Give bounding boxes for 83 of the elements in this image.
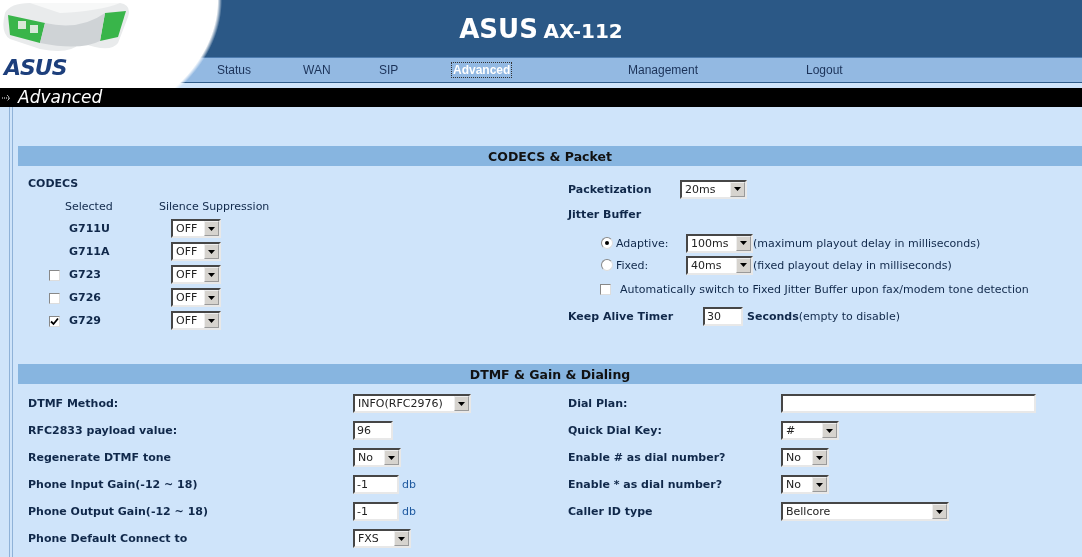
radio-label: Adaptive: (615, 236, 670, 250)
input-field[interactable] (781, 394, 1036, 413)
dropdown[interactable]: Bellcore (781, 502, 949, 521)
dropdown[interactable]: 40ms (686, 255, 753, 275)
caret-icon (734, 187, 741, 191)
nav-link[interactable]: Status (216, 62, 253, 77)
caret-icon (208, 318, 215, 323)
field-note: (fixed playout delay in milliseconds) (753, 258, 952, 272)
dropdown[interactable]: INFO(RFC2976) (353, 394, 471, 413)
field-label: Phone Default Connect to (28, 532, 189, 545)
unit-label: db (401, 478, 416, 491)
dropdown[interactable]: FXS (353, 529, 411, 548)
field-label: Phone Output Gain(-12 ~ 18) (28, 505, 209, 518)
dropdown[interactable]: OFF (171, 288, 221, 307)
checkbox[interactable] (600, 283, 611, 295)
field-label: Phone Input Gain(-12 ~ 18) (28, 478, 199, 491)
codec-name: G711A (69, 245, 111, 258)
radio-button[interactable] (601, 259, 613, 271)
column-header: Selected (65, 199, 114, 213)
caret-icon (388, 455, 395, 460)
caret-icon (740, 241, 747, 245)
checkbox[interactable] (49, 316, 60, 327)
nav-link[interactable]: Management (627, 62, 700, 77)
caret-icon (398, 536, 405, 541)
field-label: Keep Alive Timer (568, 309, 675, 323)
caret-icon (458, 401, 465, 406)
dropdown[interactable]: No (781, 448, 829, 467)
dropdown[interactable]: OFF (171, 311, 221, 330)
dropdown[interactable]: OFF (171, 265, 221, 284)
radio-label: Fixed: (615, 258, 650, 272)
input-field[interactable]: -1 (353, 502, 399, 521)
nav-link[interactable]: SIP (378, 62, 400, 77)
checkbox-label: Automatically switch to Fixed Jitter Buffer upon fax/modem tone detection (619, 282, 1029, 296)
field-label: Jitter Buffer (568, 207, 642, 221)
field-label: Enable * as dial number? (568, 478, 724, 491)
field-note: (maximum playout delay in milliseconds) (753, 236, 981, 250)
caret-icon (740, 263, 747, 267)
codec-name: G729 (69, 314, 102, 327)
caret-icon (208, 226, 215, 231)
unit-label: db (401, 505, 416, 518)
dropdown[interactable]: No (781, 475, 829, 494)
input-field[interactable]: 96 (353, 421, 393, 440)
codecs-heading: CODECS (28, 176, 79, 190)
field-label: Packetization (568, 182, 653, 196)
field-label: Enable # as dial number? (568, 451, 727, 464)
dropdown[interactable]: OFF (171, 242, 221, 261)
dropdown[interactable]: # (781, 421, 839, 440)
checkbox[interactable] (49, 293, 60, 304)
checkbox[interactable] (49, 270, 60, 281)
caret-icon (208, 272, 215, 277)
nav-link[interactable]: WAN (302, 62, 332, 77)
dropdown[interactable]: 20ms (680, 179, 747, 199)
field-label: DTMF Method: (28, 397, 120, 410)
device-title: ASUS AX-112 (459, 13, 623, 44)
caret-icon (208, 249, 215, 254)
caret-icon (936, 509, 943, 514)
field-label: Caller ID type (568, 505, 654, 518)
codec-name: G726 (69, 291, 102, 304)
input-field[interactable]: -1 (353, 475, 399, 494)
codec-name: G711U (69, 222, 111, 235)
dropdown[interactable]: OFF (171, 219, 221, 238)
dropdown[interactable]: 100ms (686, 233, 753, 253)
field-label: Dial Plan: (568, 397, 629, 410)
caret-icon (826, 428, 833, 433)
codec-name: G723 (69, 268, 102, 281)
caret-icon (816, 482, 823, 487)
page-title: Advanced (18, 88, 103, 107)
field-note: (empty to disable) (798, 309, 900, 323)
field-label: Regenerate DTMF tone (28, 451, 172, 464)
caret-icon (208, 295, 215, 300)
caret-icon (816, 455, 823, 460)
column-header: Silence Suppression (159, 199, 271, 213)
logo: ASUS (2, 55, 68, 80)
radio-button[interactable] (601, 237, 613, 249)
arrow-icon (2, 93, 12, 102)
section-header: CODECS & Packet (18, 146, 1082, 166)
input-field[interactable]: 30 (703, 306, 743, 326)
field-label: Quick Dial Key: (568, 424, 663, 437)
nav-link[interactable]: Logout (805, 62, 844, 77)
dropdown[interactable]: No (353, 448, 401, 467)
unit-label: Seconds (746, 309, 799, 323)
field-label: RFC2833 payload value: (28, 424, 179, 437)
section-header: DTMF & Gain & Dialing (18, 364, 1082, 384)
